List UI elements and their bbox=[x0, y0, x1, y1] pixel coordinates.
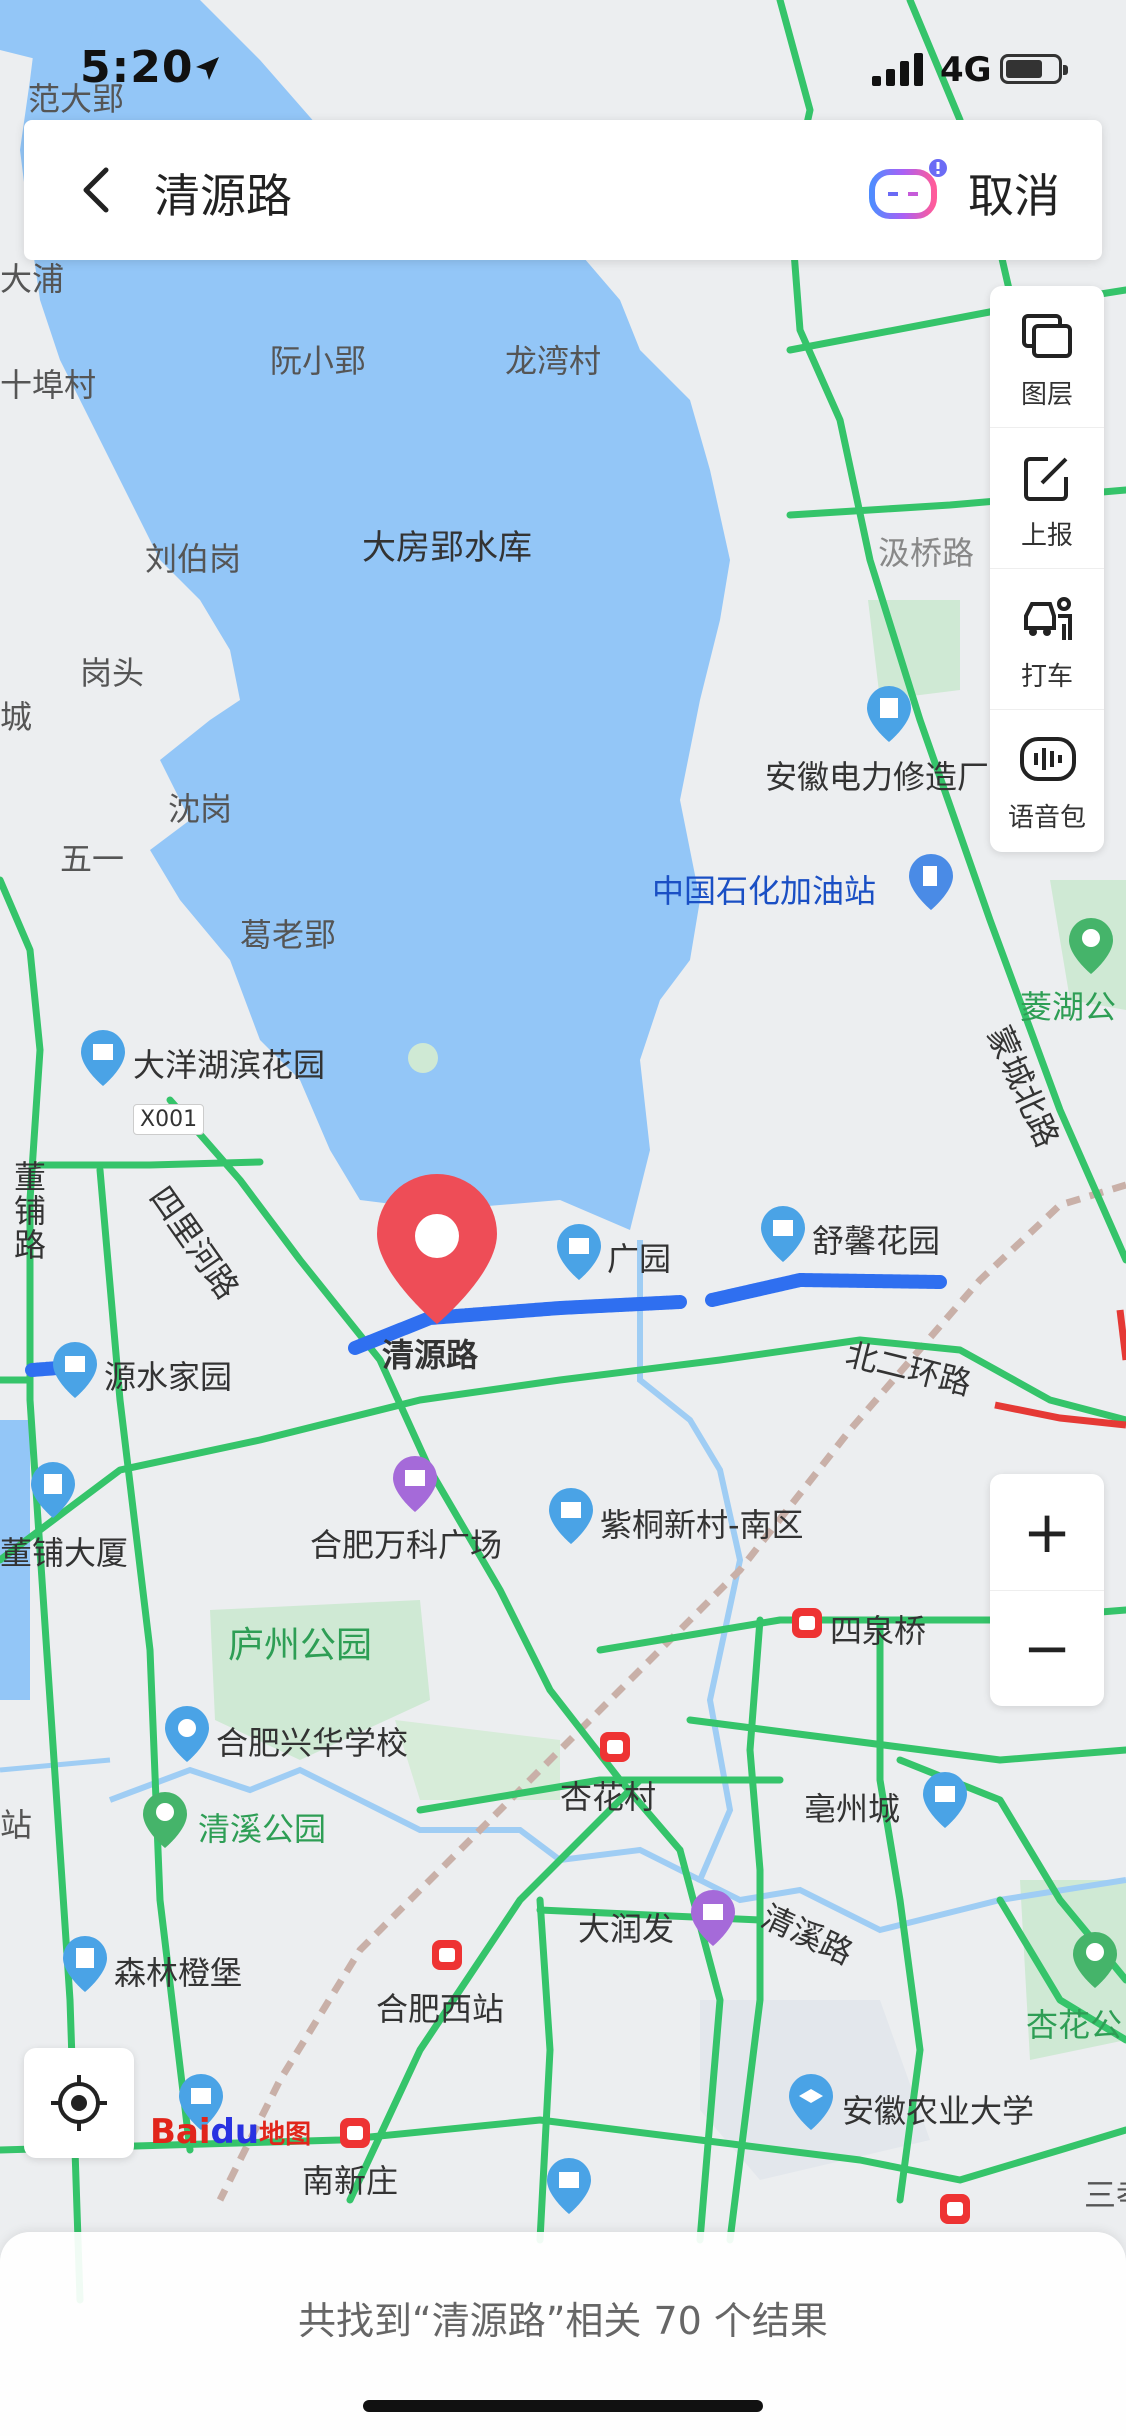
poi-label: 合肥兴华学校 bbox=[216, 1724, 409, 1762]
poi-pin-icon[interactable] bbox=[78, 1028, 128, 1088]
location-arrow-icon bbox=[196, 57, 219, 80]
taxi-button[interactable]: 打车 bbox=[990, 568, 1104, 710]
result-count-text: 共找到“清源路”相关 70 个结果 bbox=[298, 2299, 828, 2343]
network-type: 4G bbox=[940, 50, 992, 90]
poi-label: 亳州城 bbox=[804, 1790, 901, 1828]
poi-pin-icon[interactable] bbox=[28, 1460, 78, 1520]
poi-pin-icon[interactable] bbox=[60, 1934, 110, 1994]
poi-label: 广园 bbox=[607, 1240, 672, 1278]
station-label: 合肥西站 bbox=[376, 1990, 505, 2028]
poi-label: 董铺大厦 bbox=[0, 1534, 129, 1572]
poi-label: 森林橙堡 bbox=[114, 1954, 243, 1992]
layers-icon bbox=[1022, 314, 1072, 358]
map-tools-panel: 图层 上报 打车 语音包 bbox=[990, 286, 1104, 852]
search-query-text[interactable]: 清源路 bbox=[154, 160, 292, 226]
place-label: 三孝 bbox=[1084, 2176, 1126, 2214]
poi-pin-icon[interactable] bbox=[920, 1770, 970, 1830]
park-icon[interactable] bbox=[1070, 1930, 1120, 1990]
poi-label: 大洋湖滨花园 bbox=[133, 1046, 326, 1084]
road-label: 汲桥路 bbox=[878, 534, 975, 572]
locate-me-button[interactable] bbox=[24, 2048, 134, 2158]
poi-pin-icon[interactable] bbox=[50, 1340, 100, 1400]
cellular-signal-icon bbox=[872, 53, 923, 86]
school-icon[interactable] bbox=[786, 2072, 836, 2132]
station-label: 南新庄 bbox=[302, 2162, 399, 2200]
report-icon bbox=[1024, 457, 1068, 501]
poi-label: 大润发 bbox=[578, 1910, 675, 1948]
metro-station-icon[interactable] bbox=[790, 1606, 824, 1640]
search-bar: 清源路 取消 bbox=[24, 120, 1102, 260]
metro-station-icon[interactable] bbox=[430, 1938, 464, 1972]
tool-label: 语音包 bbox=[1007, 803, 1086, 833]
assistant-robot-icon[interactable] bbox=[868, 156, 948, 222]
zoom-out-button[interactable]: − bbox=[990, 1590, 1104, 1706]
voice-pack-icon bbox=[1020, 737, 1076, 781]
report-button[interactable]: 上报 bbox=[990, 427, 1104, 569]
place-label: 站 bbox=[0, 1806, 33, 1844]
poi-pin-icon[interactable] bbox=[758, 1204, 808, 1264]
place-label: 城 bbox=[0, 698, 33, 736]
metro-station-icon[interactable] bbox=[938, 2192, 972, 2226]
poi-label: 舒馨花园 bbox=[812, 1222, 941, 1260]
poi-pin-icon[interactable] bbox=[544, 2156, 594, 2216]
results-sheet[interactable]: 共找到“清源路”相关 70 个结果 bbox=[0, 2232, 1126, 2436]
park-label: 杏花公 bbox=[1026, 2006, 1123, 2044]
tool-label: 图层 bbox=[1020, 380, 1073, 410]
park-icon[interactable] bbox=[1066, 916, 1116, 976]
place-label: 岗头 bbox=[80, 654, 145, 692]
place-label: 五一 bbox=[60, 840, 125, 878]
place-label: 大浦 bbox=[0, 260, 65, 298]
road-label: 董铺路 bbox=[14, 1158, 47, 1264]
tool-label: 上报 bbox=[1020, 521, 1073, 551]
shopping-icon[interactable] bbox=[390, 1454, 440, 1514]
road-shield: X001 bbox=[133, 1104, 205, 1135]
tool-label: 打车 bbox=[1020, 662, 1073, 692]
place-label: 沈岗 bbox=[168, 790, 233, 828]
zoom-in-button[interactable]: + bbox=[990, 1474, 1104, 1591]
metro-station-icon[interactable] bbox=[338, 2116, 372, 2150]
poi-label: 合肥万科广场 bbox=[310, 1526, 503, 1564]
layers-button[interactable]: 图层 bbox=[990, 286, 1104, 428]
metro-station-icon[interactable] bbox=[598, 1730, 632, 1764]
baidu-map-logo: Baidu地图 bbox=[150, 2112, 312, 2152]
back-arrow-icon[interactable] bbox=[68, 160, 128, 220]
poi-label: 安徽电力修造厂 bbox=[765, 758, 990, 796]
cancel-button[interactable]: 取消 bbox=[968, 160, 1060, 226]
station-label: 四泉桥 bbox=[830, 1612, 927, 1650]
place-label: 十埠村 bbox=[0, 366, 97, 404]
poi-pin-icon[interactable] bbox=[554, 1222, 604, 1282]
poi-pin-icon[interactable] bbox=[864, 684, 914, 744]
park-icon[interactable] bbox=[140, 1790, 190, 1850]
place-label: 龙湾村 bbox=[505, 342, 602, 380]
location-marker-icon[interactable] bbox=[372, 1170, 502, 1330]
poi-label: 菱湖公 bbox=[1020, 988, 1117, 1026]
poi-label: 安徽农业大学 bbox=[842, 2092, 1035, 2130]
park-label: 清溪公园 bbox=[198, 1810, 327, 1848]
zoom-controls: + − bbox=[990, 1474, 1104, 1706]
poi-label: 中国石化加油站 bbox=[652, 872, 877, 910]
gas-station-icon[interactable] bbox=[906, 852, 956, 912]
station-label: 杏花村 bbox=[560, 1778, 657, 1816]
reservoir-label: 大房郢水库 bbox=[362, 528, 532, 568]
school-icon[interactable] bbox=[162, 1704, 212, 1764]
place-label: 阮小郢 bbox=[270, 342, 367, 380]
taxi-icon bbox=[1024, 597, 1072, 640]
home-indicator bbox=[363, 2400, 763, 2412]
map-canvas[interactable]: 范大郢 大浦 十埠村 阮小郢 龙湾村 大房郢水库 刘伯岗 岗头 城 沈岗 五一 … bbox=[0, 0, 1126, 2436]
voice-pack-button[interactable]: 语音包 bbox=[990, 709, 1104, 850]
poi-label: 紫桐新村-南区 bbox=[600, 1506, 804, 1544]
park-label: 庐州公园 bbox=[228, 1625, 373, 1666]
place-label: 葛老郢 bbox=[240, 916, 337, 954]
battery-icon bbox=[1000, 54, 1068, 84]
crosshair-location-icon bbox=[51, 2075, 107, 2131]
shopping-icon[interactable] bbox=[688, 1888, 738, 1948]
status-time: 5:20 bbox=[80, 42, 194, 93]
place-label: 刘伯岗 bbox=[145, 540, 242, 578]
poi-pin-icon[interactable] bbox=[546, 1486, 596, 1546]
status-bar: 5:20 4G bbox=[0, 0, 1126, 110]
searched-road-label: 清源路 bbox=[382, 1336, 479, 1374]
poi-label: 源水家园 bbox=[104, 1358, 233, 1396]
